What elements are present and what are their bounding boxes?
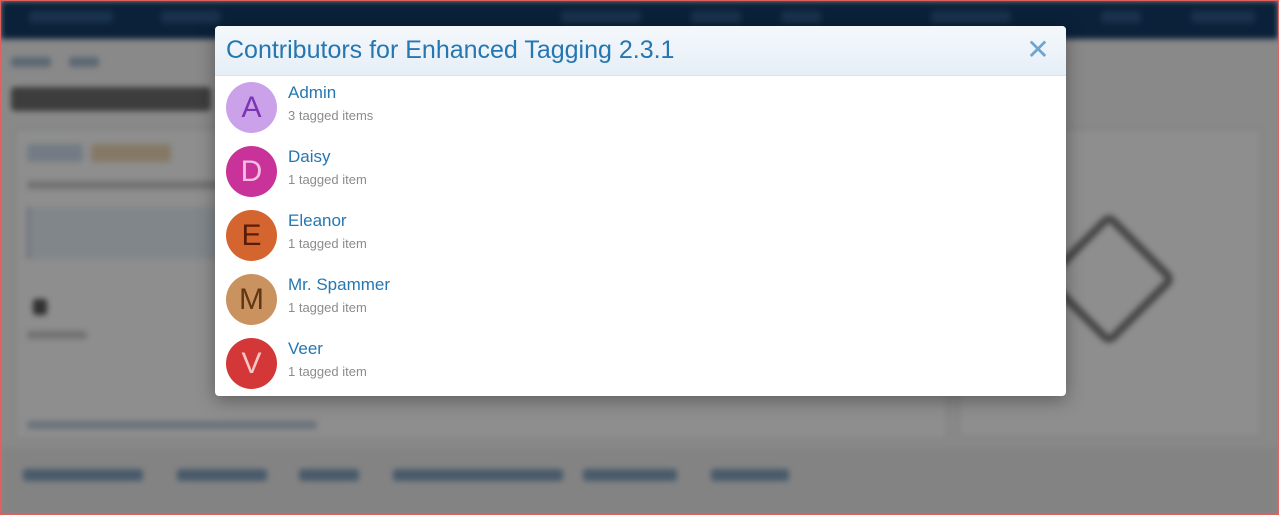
avatar[interactable]: V [226,338,277,389]
contributor-row: M Mr. Spammer 1 tagged item [215,268,1066,332]
avatar[interactable]: E [226,210,277,261]
window-frame: Contributors for Enhanced Tagging 2.3.1 … [0,0,1279,515]
modal-header: Contributors for Enhanced Tagging 2.3.1 … [215,26,1066,76]
avatar[interactable]: A [226,82,277,133]
tagged-count: 3 tagged items [288,108,374,123]
contributors-modal: Contributors for Enhanced Tagging 2.3.1 … [215,26,1066,396]
close-button[interactable]: ✕ [1026,36,1050,64]
contributor-name[interactable]: Veer [288,339,323,359]
contributor-row: D Daisy 1 tagged item [215,140,1066,204]
contributor-name[interactable]: Daisy [288,147,331,167]
modal-title: Contributors for Enhanced Tagging 2.3.1 [226,36,675,64]
tagged-count: 1 tagged item [288,364,367,379]
contributor-name[interactable]: Mr. Spammer [288,275,390,295]
tagged-count: 1 tagged item [288,300,367,315]
avatar[interactable]: D [226,146,277,197]
contributor-row: V Veer 1 tagged item [215,332,1066,396]
contributor-name[interactable]: Eleanor [288,211,347,231]
avatar[interactable]: M [226,274,277,325]
close-icon: ✕ [1026,33,1050,66]
contributor-row: E Eleanor 1 tagged item [215,204,1066,268]
contributor-row: A Admin 3 tagged items [215,76,1066,140]
tagged-count: 1 tagged item [288,172,367,187]
tagged-count: 1 tagged item [288,236,367,251]
contributor-name[interactable]: Admin [288,83,336,103]
